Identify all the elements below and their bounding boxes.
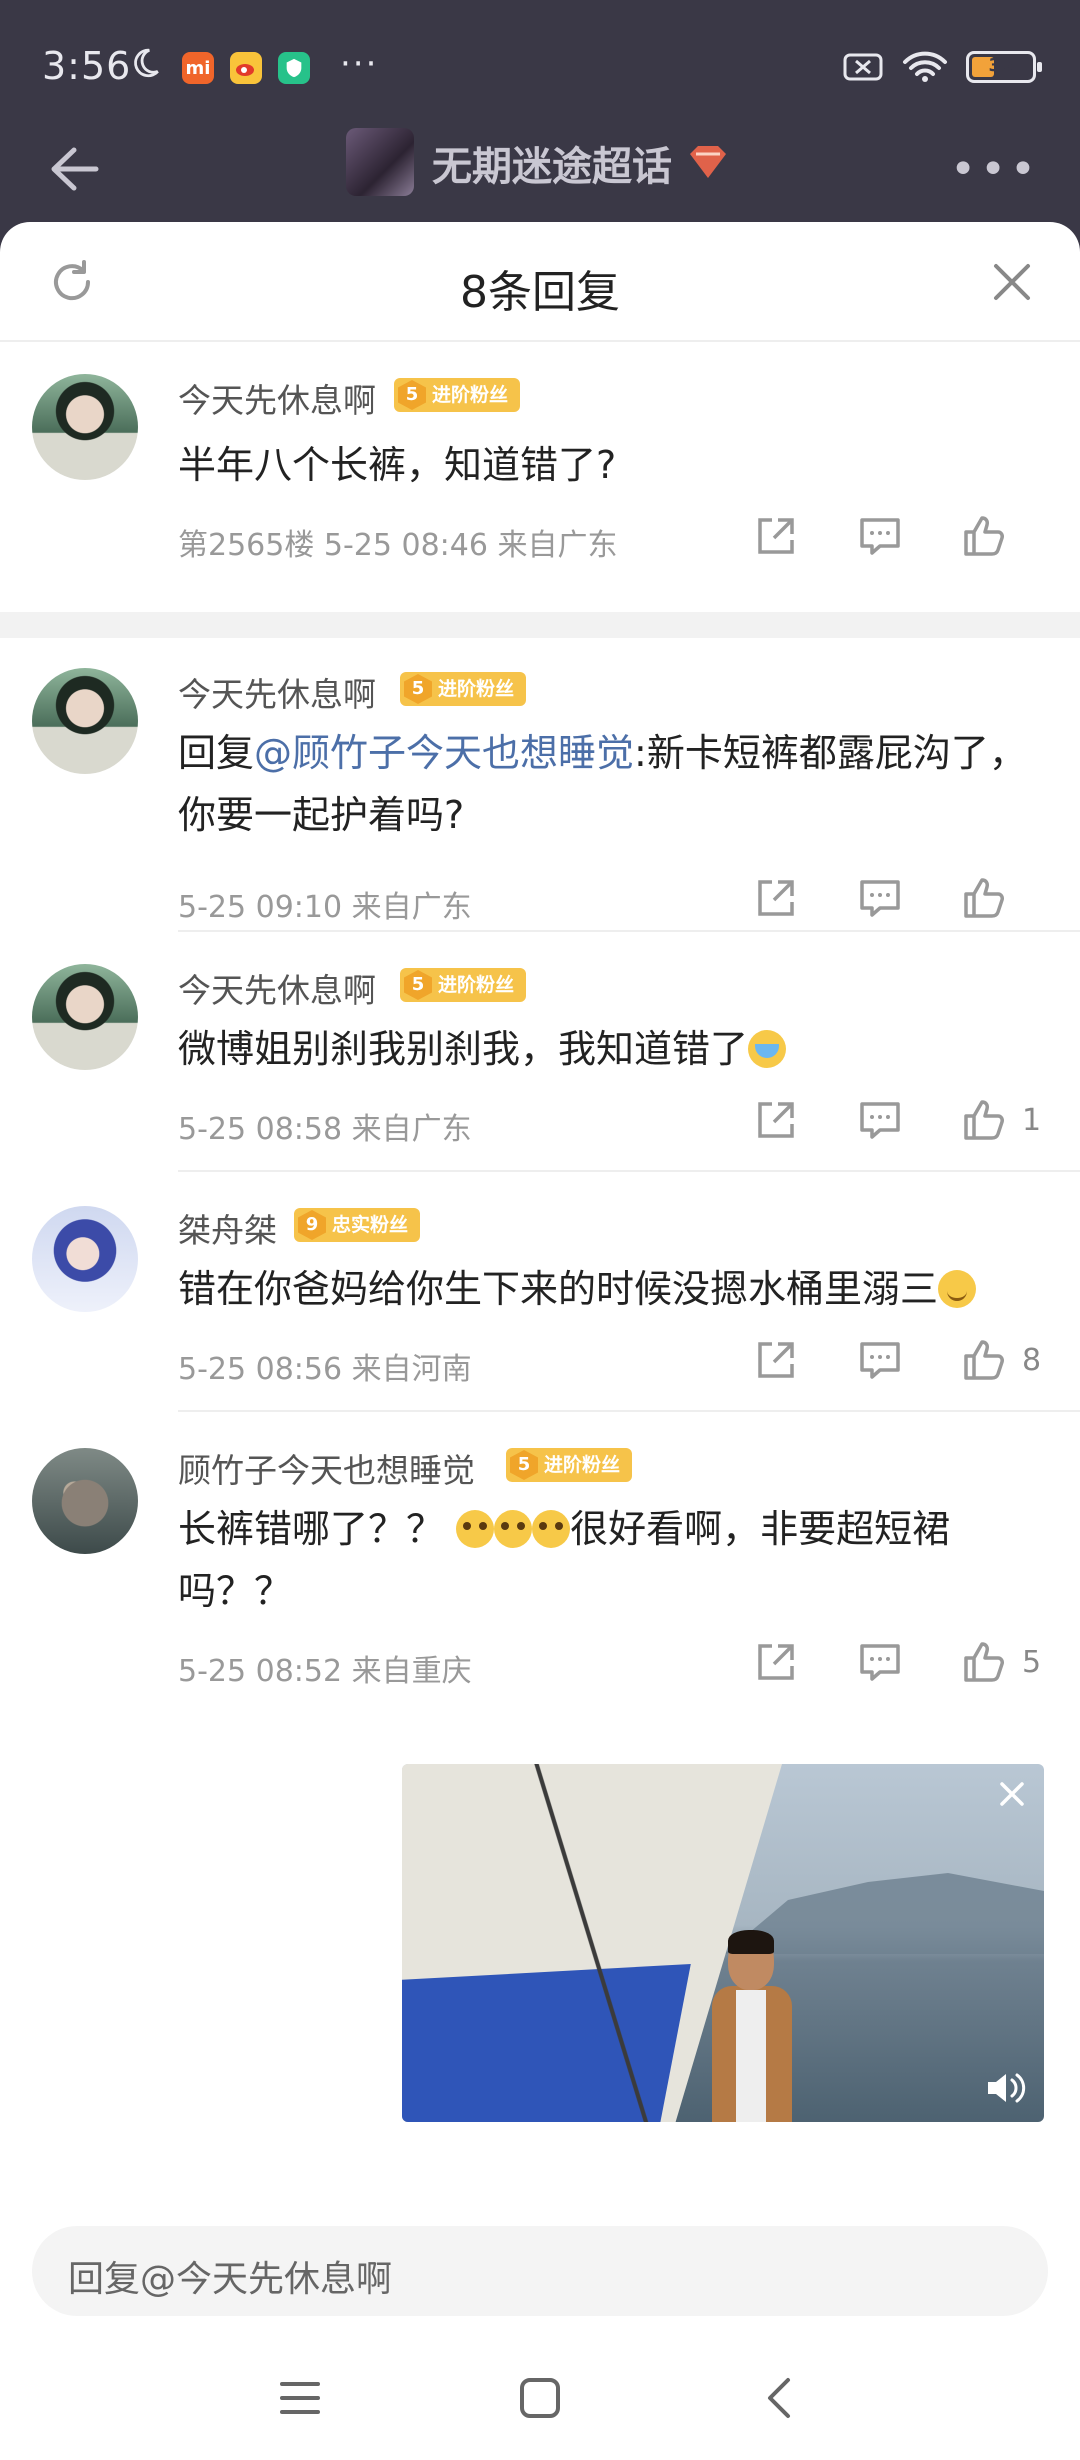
fan-level-badge: 5 进阶粉丝 <box>394 378 521 412</box>
close-icon[interactable] <box>988 258 1036 306</box>
no-sim-icon <box>843 53 883 81</box>
comment-actions: 8 <box>698 1334 1042 1386</box>
supertopic-title[interactable]: 无期迷途超话 <box>432 134 672 192</box>
comment-text: 长裤错哪了？？ 很好看啊，非要超短裙吗？？ <box>178 1507 951 1613</box>
user-avatar[interactable] <box>32 964 138 1070</box>
like-thumb-icon[interactable] <box>958 872 1010 924</box>
comment-meta: 5-25 08:52 来自重庆 <box>178 1654 472 1689</box>
comment-text: 微博姐别刹我别刹我，我知道错了 <box>178 1018 1038 1080</box>
username[interactable]: 今天先休息啊 <box>178 964 376 1012</box>
like-thumb-icon[interactable] <box>958 1636 1010 1688</box>
menu-icon[interactable] <box>270 2368 330 2428</box>
like-thumb-icon[interactable] <box>958 1094 1010 1146</box>
reply-comment: 今天先休息啊 5 进阶粉丝 微博姐别刹我别刹我，我知道错了 5-25 08:58 … <box>0 932 1080 1172</box>
reply-comment-icon[interactable] <box>854 510 906 562</box>
comment-text: 错在你爸妈给你生下来的时候没摁水桶里溺三 <box>178 1258 1038 1320</box>
mention-link[interactable]: @顾竹子今天也想睡觉 <box>254 731 634 775</box>
reply-comment: 顾竹子今天也想睡觉 5 进阶粉丝 长裤错哪了？？ 很好看啊，非要超短裙吗？？ 5-… <box>0 1412 1080 1712</box>
comment-meta: 5-25 09:10 来自广东 <box>178 890 472 925</box>
user-avatar[interactable] <box>32 374 138 480</box>
fan-level-badge: 9 忠实粉丝 <box>294 1208 421 1242</box>
video-frame <box>712 1930 792 2122</box>
status-more-dots: ··· <box>340 44 379 84</box>
like-thumb-icon[interactable] <box>958 1334 1010 1386</box>
do-not-disturb-moon-icon <box>134 48 159 78</box>
reply-input-placeholder: 回复@今天先休息啊 <box>68 2259 393 2300</box>
section-divider <box>0 612 1080 638</box>
like-count: 8 <box>1022 1342 1042 1378</box>
like-count: 1 <box>1022 1102 1042 1138</box>
username[interactable]: 顾竹子今天也想睡觉 <box>178 1444 475 1492</box>
reply-comment: 桀舟桀 9 忠实粉丝 错在你爸妈给你生下来的时候没摁水桶里溺三 5-25 08:5… <box>0 1172 1080 1412</box>
reply-comment-icon[interactable] <box>854 1334 906 1386</box>
comment-meta: 第2565楼 5-25 08:46 来自广东 <box>178 528 618 563</box>
fan-level-badge: 5 进阶粉丝 <box>400 968 527 1002</box>
flushed-emoji-icon <box>532 1510 571 1548</box>
floating-video-player[interactable] <box>402 1764 1044 2122</box>
smile-emoji-icon <box>938 1270 977 1308</box>
supertopic-avatar[interactable] <box>346 128 414 196</box>
security-app-icon <box>278 52 310 84</box>
back-arrow-icon[interactable] <box>36 134 106 204</box>
sheet-title: 8条回复 <box>460 267 620 318</box>
wifi-icon <box>903 51 947 82</box>
comment-text: 回复@顾竹子今天也想睡觉:新卡短裤都露屁沟了，你要一起护着吗? <box>178 731 1027 837</box>
comment-actions <box>698 872 1042 924</box>
comment-meta: 5-25 08:58 来自广东 <box>178 1112 472 1147</box>
share-icon[interactable] <box>750 872 802 924</box>
reply-input[interactable]: 回复@今天先休息啊 <box>32 2226 1048 2316</box>
user-avatar[interactable] <box>32 1448 138 1554</box>
username[interactable]: 今天先休息啊 <box>178 374 376 422</box>
reply-comment-icon[interactable] <box>854 872 906 924</box>
comment-text: 半年八个长裤，知道错了? <box>178 443 617 487</box>
volume-icon[interactable] <box>984 2068 1030 2108</box>
username[interactable]: 桀舟桀 <box>178 1204 277 1252</box>
weibo-app-icon <box>230 52 262 84</box>
video-close-icon[interactable] <box>992 1774 1032 1814</box>
reply-comment: 今天先休息啊 5 进阶粉丝 回复@顾竹子今天也想睡觉:新卡短裤都露屁沟了，你要一起… <box>0 638 1080 952</box>
like-thumb-icon[interactable] <box>958 510 1010 562</box>
user-avatar[interactable] <box>32 1206 138 1312</box>
replies-sheet: 8条回复 今天先休息啊 5 进阶粉丝 半年八个长裤，知道错了? 第2565楼 5-… <box>0 222 1080 2460</box>
share-icon[interactable] <box>750 1334 802 1386</box>
reply-comment-icon[interactable] <box>854 1636 906 1688</box>
fan-level-badge: 5 进阶粉丝 <box>400 672 527 706</box>
sheet-header: 8条回复 <box>0 222 1080 342</box>
username[interactable]: 今天先休息啊 <box>178 668 376 716</box>
comment-meta: 5-25 08:56 来自河南 <box>178 1352 472 1387</box>
reply-comment-icon[interactable] <box>854 1094 906 1146</box>
comment-actions: 1 <box>698 1094 1042 1146</box>
flushed-emoji-icon <box>456 1510 495 1548</box>
home-square-icon[interactable] <box>510 2368 570 2428</box>
status-time: 3:56 <box>42 44 132 88</box>
battery-indicator: 35 <box>966 51 1042 83</box>
battery-level: 35 <box>988 55 1014 76</box>
back-chevron-icon[interactable] <box>750 2368 810 2428</box>
comment-actions <box>698 510 1042 562</box>
user-avatar[interactable] <box>32 668 138 774</box>
flushed-emoji-icon <box>494 1510 533 1548</box>
vip-diamond-icon <box>690 146 726 178</box>
root-comment: 今天先休息啊 5 进阶粉丝 半年八个长裤，知道错了? 第2565楼 5-25 08… <box>0 342 1080 610</box>
crying-emoji-icon <box>748 1030 787 1068</box>
mi-app-icon: mi <box>182 52 214 84</box>
share-icon[interactable] <box>750 1094 802 1146</box>
status-bar: 3:56 mi ··· 35 <box>0 0 1080 130</box>
fan-level-badge: 5 进阶粉丝 <box>506 1448 633 1482</box>
share-icon[interactable] <box>750 1636 802 1688</box>
share-icon[interactable] <box>750 510 802 562</box>
comment-actions: 5 <box>698 1636 1042 1688</box>
system-navigation-bar <box>0 2340 1080 2460</box>
more-menu-icon[interactable]: ••• <box>950 144 1040 195</box>
like-count: 5 <box>1022 1644 1042 1680</box>
